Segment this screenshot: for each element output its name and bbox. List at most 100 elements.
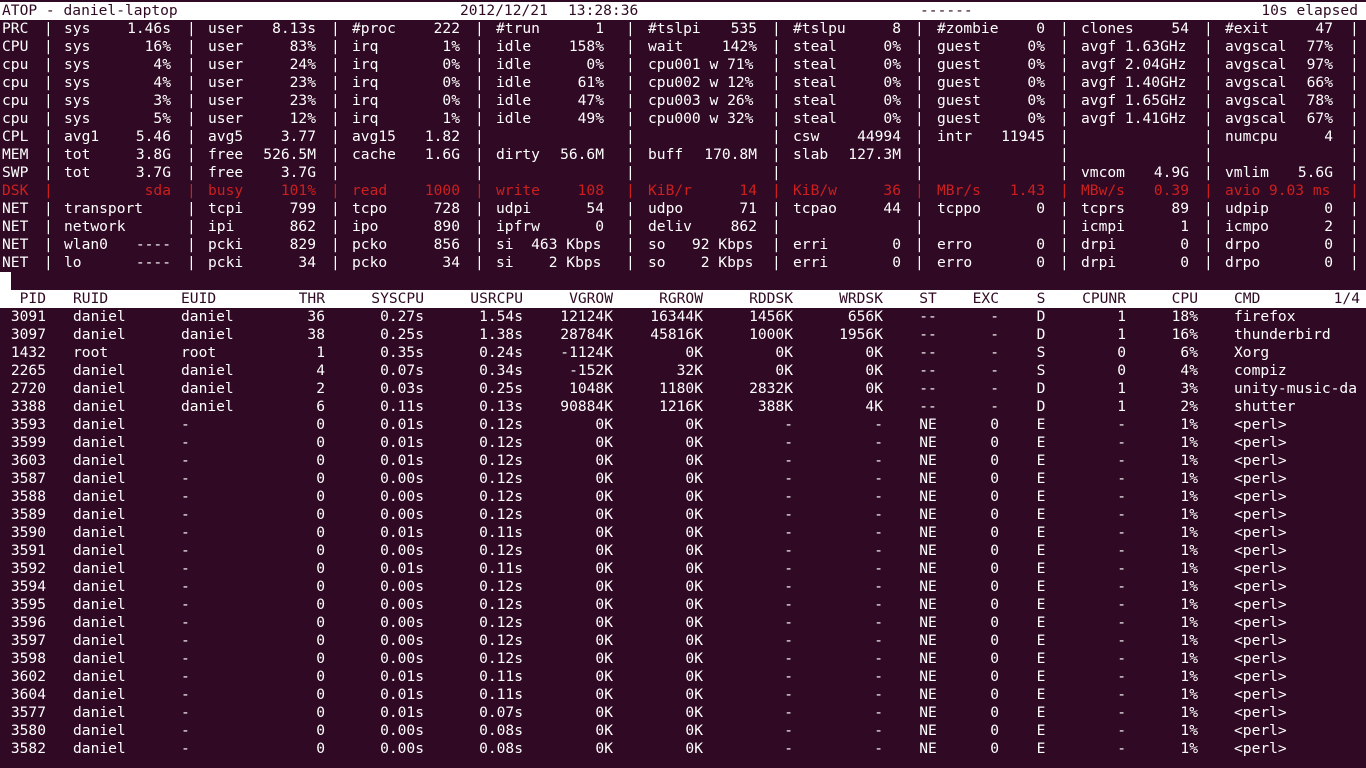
table-row[interactable]: 3597 daniel - 0 0.00s 0.12s 0K 0K - - NE 0 E - 1% <perl…: [0, 632, 1366, 650]
table-row[interactable]: 3587 daniel - 0 0.00s 0.12s 0K 0K - - NE 0 E - 1% <perl…: [0, 470, 1366, 488]
cell-exc: 0: [990, 614, 999, 631]
table-row[interactable]: 3091 daniel daniel 36 0.27s 1.54s 12124K 16344K…: [0, 308, 1366, 326]
column-separator: |: [331, 254, 340, 271]
cell-wrdsk: -: [874, 722, 883, 739]
cell-pid: 3604: [10, 686, 46, 703]
stat-label: clones: [1081, 20, 1134, 37]
table-row[interactable]: 2265 daniel daniel 4 0.07s 0.34s -152K 32K 0K 0K -…: [0, 362, 1366, 380]
cell-cmd: <perl>: [1234, 596, 1287, 613]
table-row[interactable]: 3593 daniel - 0 0.01s 0.12s 0K 0K - - NE 0 E - 1% <perl…: [0, 416, 1366, 434]
cell-s: E: [1036, 614, 1046, 631]
cell-euid: -: [181, 488, 190, 505]
table-row[interactable]: 3598 daniel - 0 0.00s 0.12s 0K 0K - - NE 0 E - 1% <perl…: [0, 650, 1366, 668]
cell-thr: 0: [316, 506, 325, 523]
table-row[interactable]: 3604 daniel - 0 0.01s 0.11s 0K 0K - - NE 0 E - 1% <perl…: [0, 686, 1366, 704]
column-separator: |: [1350, 254, 1359, 271]
column-separator: |: [1204, 146, 1213, 163]
table-row[interactable]: 3599 daniel - 0 0.01s 0.12s 0K 0K - - NE 0 E - 1% <perl…: [0, 434, 1366, 452]
column-separator: |: [1350, 20, 1359, 37]
cell-syscpu: 0.00s: [380, 614, 424, 631]
stat-label: avgscal: [1225, 110, 1287, 127]
table-row[interactable]: 3588 daniel - 0 0.00s 0.12s 0K 0K - - NE 0 E - 1% <perl…: [0, 488, 1366, 506]
cell-rgrow: 0K: [685, 560, 703, 577]
table-row[interactable]: 3589 daniel - 0 0.00s 0.12s 0K 0K - - NE 0 E - 1% <perl…: [0, 506, 1366, 524]
cell-rgrow: 0K: [685, 524, 703, 541]
cell-ruid: daniel: [73, 560, 126, 577]
stat-label: guest: [937, 74, 981, 91]
column-separator: |: [187, 164, 196, 181]
stat-label: steal: [793, 92, 837, 109]
table-row[interactable]: 3602 daniel - 0 0.01s 0.11s 0K 0K - - NE 0 E - 1% <perl…: [0, 668, 1366, 686]
cell-euid: -: [181, 578, 190, 595]
cell-rddsk: 0K: [775, 362, 793, 379]
cell-s: E: [1036, 596, 1046, 613]
cell-usrcpu: 0.07s: [479, 704, 523, 721]
stat-value: 0: [1324, 236, 1333, 253]
table-row[interactable]: 2720 daniel daniel 2 0.03s 0.25s 1048K 1180K 283…: [0, 380, 1366, 398]
page-indicator: 1/4: [1333, 290, 1360, 307]
cell-rddsk: -: [784, 722, 793, 739]
window-title: ATOP - daniel-laptop: [2, 2, 178, 19]
cell-thr: 0: [316, 560, 325, 577]
cell-rddsk: -: [784, 578, 793, 595]
table-row[interactable]: 3594 daniel - 0 0.00s 0.12s 0K 0K - - NE 0 E - 1% <perl…: [0, 578, 1366, 596]
cell-exc: -: [990, 398, 999, 415]
cell-cpunr: -: [1117, 596, 1126, 613]
stat-value: 862: [289, 218, 316, 235]
cell-thr: 0: [316, 704, 325, 721]
table-row[interactable]: 3097 daniel daniel 38 0.25s 1.38s 28784K 45816K…: [0, 326, 1366, 344]
cell-exc: 0: [990, 650, 999, 667]
table-row[interactable]: 3592 daniel - 0 0.01s 0.11s 0K 0K - - NE 0 E - 1% <perl…: [0, 560, 1366, 578]
cell-ruid: daniel: [73, 452, 126, 469]
cell-st: NE: [919, 722, 937, 739]
system-stats-panel: PRC | | | | | | | | | | sys 1.46s user 8.13s #proc 222 #t…: [0, 20, 1366, 272]
table-row[interactable]: 3582 daniel - 0 0.00s 0.08s 0K 0K - - NE 0 E - 1% <perl…: [0, 740, 1366, 758]
stat-value: 0.39: [1153, 182, 1189, 199]
cell-ruid: daniel: [73, 470, 126, 487]
stat-value: 0%: [442, 74, 460, 91]
cell-s: E: [1036, 668, 1046, 685]
cell-cpunr: -: [1117, 686, 1126, 703]
cell-s: D: [1036, 380, 1046, 397]
cell-syscpu: 0.00s: [380, 470, 424, 487]
cell-st: --: [919, 308, 937, 325]
cell-pid: 3582: [10, 740, 46, 757]
table-row[interactable]: 3577 daniel - 0 0.01s 0.07s 0K 0K - - NE 0 E - 1% <perl…: [0, 704, 1366, 722]
column-separator: |: [331, 92, 340, 109]
stat-label: idle: [496, 74, 532, 91]
cell-cpu: 1%: [1180, 542, 1198, 559]
cell-s: S: [1036, 344, 1046, 361]
column-separator: |: [915, 38, 924, 55]
column-separator: |: [331, 200, 340, 217]
table-row[interactable]: 3595 daniel - 0 0.00s 0.12s 0K 0K - - NE 0 E - 1% <perl…: [0, 596, 1366, 614]
stat-value: 101%: [280, 182, 316, 199]
table-row[interactable]: 1432 root root 1 0.35s 0.24s -1124K 0K 0K 0K -- - S 0…: [0, 344, 1366, 362]
stat-value: 0: [1036, 254, 1045, 271]
cell-thr: 4: [316, 362, 325, 379]
column-separator: |: [475, 74, 484, 91]
cell-cmd: shutter: [1234, 398, 1296, 415]
cell-ruid: daniel: [73, 596, 126, 613]
stat-value: 1%: [442, 110, 460, 127]
stat-label: avg15: [352, 128, 396, 145]
stat-value: 856: [433, 236, 460, 253]
table-row[interactable]: 3596 daniel - 0 0.00s 0.12s 0K 0K - - NE 0 E - 1% <perl…: [0, 614, 1366, 632]
column-separator: |: [772, 254, 781, 271]
table-row[interactable]: 3591 daniel - 0 0.00s 0.12s 0K 0K - - NE 0 E - 1% <perl…: [0, 542, 1366, 560]
cell-rgrow: 0K: [685, 434, 703, 451]
column-separator: |: [772, 128, 781, 145]
table-row[interactable]: 3590 daniel - 0 0.01s 0.11s 0K 0K - - NE 0 E - 1% <perl…: [0, 524, 1366, 542]
stat-label: deliv: [648, 218, 692, 235]
cell-rddsk: -: [784, 488, 793, 505]
table-row[interactable]: 3388 daniel daniel 6 0.11s 0.13s 90884K 1216K 38…: [0, 398, 1366, 416]
header-time: 13:28:36: [568, 2, 639, 19]
table-row[interactable]: 3580 daniel - 0 0.00s 0.08s 0K 0K - - NE 0 E - 1% <perl…: [0, 722, 1366, 740]
table-row[interactable]: 3603 daniel - 0 0.01s 0.12s 0K 0K - - NE 0 E - 1% <perl…: [0, 452, 1366, 470]
header-flags: ------: [920, 2, 973, 19]
stat-label: udpip: [1225, 200, 1269, 217]
column-separator: |: [1204, 164, 1213, 181]
column-header-st: ST: [919, 290, 937, 307]
stat-label: ipi: [208, 218, 235, 235]
cell-exc: 0: [990, 596, 999, 613]
cell-exc: 0: [990, 542, 999, 559]
